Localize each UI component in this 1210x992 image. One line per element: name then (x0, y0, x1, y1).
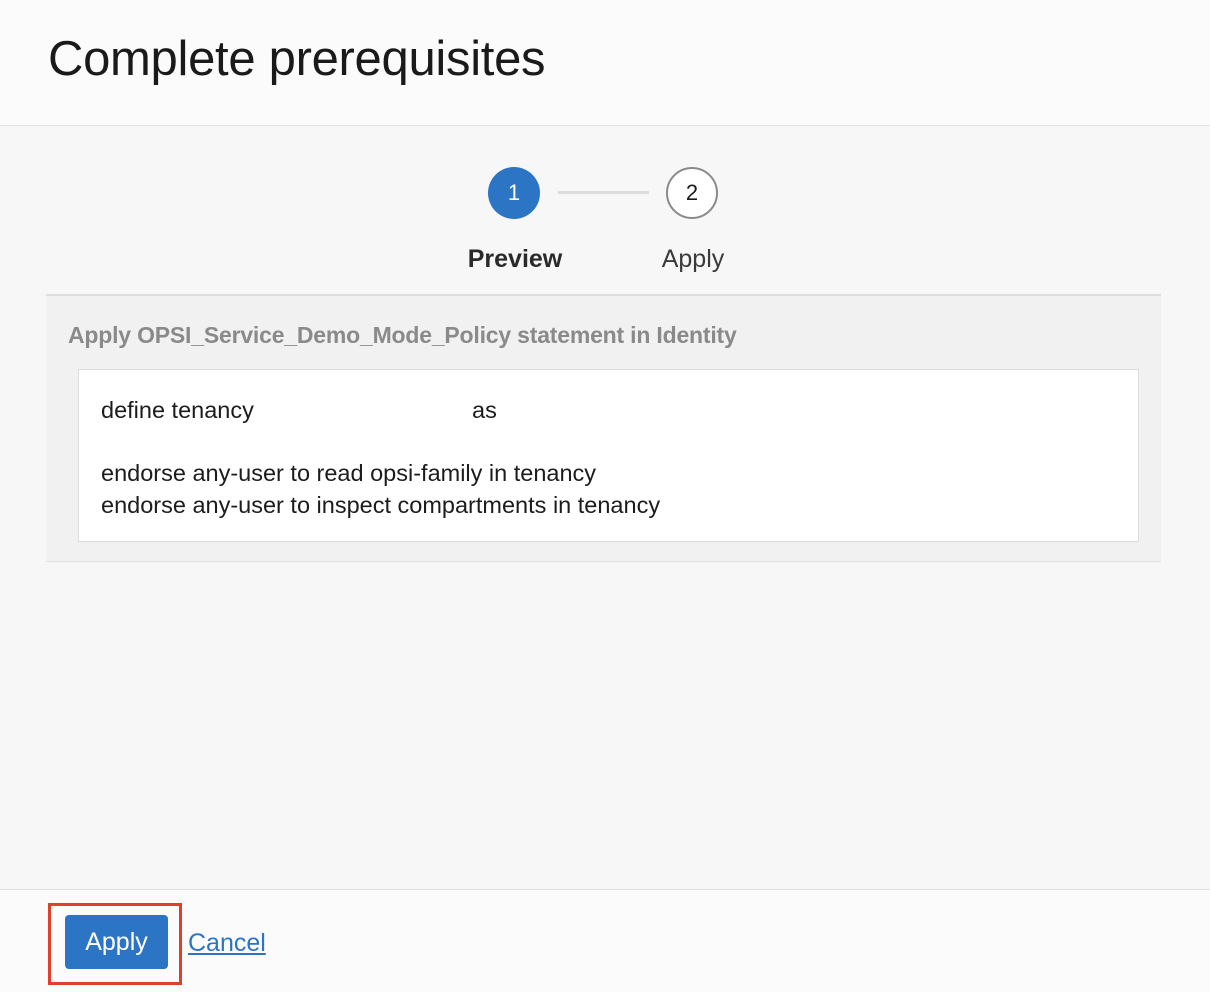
step-1-number: 1 (507, 180, 521, 205)
step-2-label: Apply (661, 245, 725, 273)
complete-prerequisites-dialog: Complete prerequisites 1 2 Preview Apply… (0, 0, 1210, 992)
define-suffix: as (472, 397, 497, 423)
policy-line-endorse-inspect: endorse any-user to inspect compartments… (101, 492, 661, 518)
step-1-label: Preview (467, 245, 563, 273)
dialog-title: Complete prerequisites (48, 32, 546, 86)
policy-heading: Apply OPSI_Service_Demo_Mode_Policy stat… (68, 322, 737, 348)
dialog-footer: Apply Cancel (0, 889, 1210, 992)
define-prefix: define tenancy (101, 397, 254, 423)
policy-statements-box: define tenancy as endorse any-user to re… (78, 369, 1139, 542)
step-1-indicator[interactable]: 1 (488, 167, 540, 219)
dialog-body: 1 2 Preview Apply Apply OPSI_Service_Dem… (0, 127, 1210, 889)
policy-line-define: define tenancy (101, 397, 254, 424)
dialog-header: Complete prerequisites (0, 0, 1210, 126)
step-2-number: 2 (685, 180, 699, 205)
cancel-link[interactable]: Cancel (188, 929, 266, 958)
step-connector (558, 191, 649, 194)
step-2-indicator[interactable]: 2 (666, 167, 718, 219)
apply-button[interactable]: Apply (65, 915, 168, 969)
policy-panel: Apply OPSI_Service_Demo_Mode_Policy stat… (46, 294, 1161, 562)
policy-line-endorse-read: endorse any-user to read opsi-family in … (101, 460, 597, 486)
